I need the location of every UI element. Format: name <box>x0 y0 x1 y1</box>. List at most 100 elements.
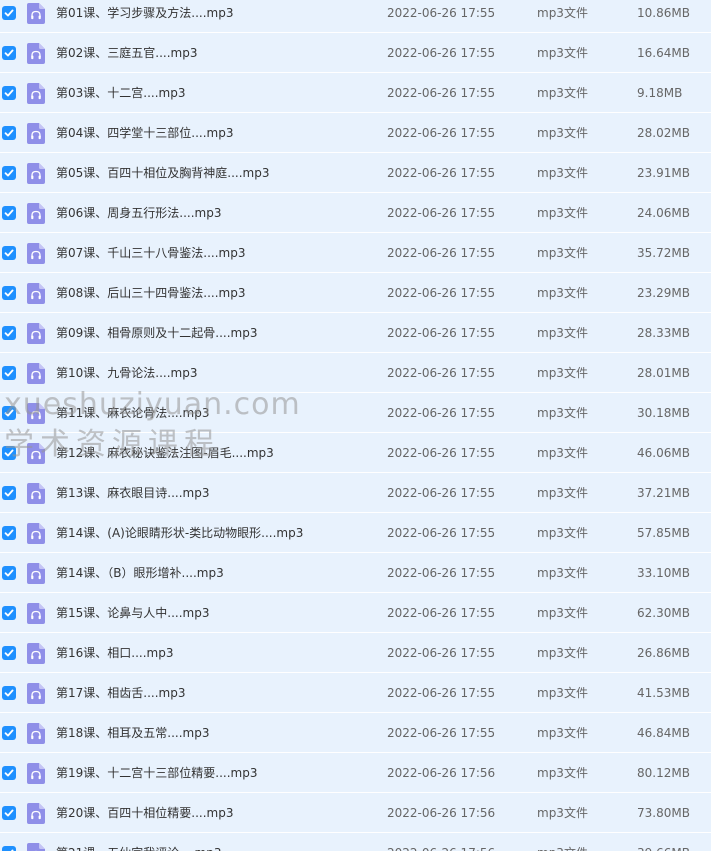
file-name[interactable]: 第18课、相耳及五常....mp3 <box>56 713 209 753</box>
file-name[interactable]: 第03课、十二宫....mp3 <box>56 73 185 113</box>
file-size: 16.64MB <box>637 46 690 60</box>
file-size: 28.01MB <box>637 366 690 380</box>
file-name[interactable]: 第12课、麻衣秘诀鉴法注图-眉毛....mp3 <box>56 433 274 473</box>
file-row[interactable]: 第08课、后山三十四骨鉴法....mp3 2022-06-26 17:55 mp… <box>0 273 711 313</box>
file-size: 28.02MB <box>637 126 690 140</box>
file-type: mp3文件 <box>537 686 588 700</box>
file-row[interactable]: 第10课、九骨论法....mp3 2022-06-26 17:55 mp3文件 … <box>0 353 711 393</box>
file-name[interactable]: 第09课、相骨原则及十二起骨....mp3 <box>56 313 257 353</box>
check-icon[interactable] <box>2 526 16 540</box>
file-name[interactable]: 第20课、百四十相位精要....mp3 <box>56 793 233 833</box>
file-type: mp3文件 <box>537 566 588 580</box>
file-date: 2022-06-26 17:55 <box>387 646 496 660</box>
file-name[interactable]: 第13课、麻衣眼目诗....mp3 <box>56 473 209 513</box>
audio-file-icon <box>27 283 45 304</box>
file-row[interactable]: 第13课、麻衣眼目诗....mp3 2022-06-26 17:55 mp3文件… <box>0 473 711 513</box>
check-icon[interactable] <box>2 846 16 851</box>
file-size: 23.29MB <box>637 286 690 300</box>
file-row[interactable]: 第14课、(A)论眼睛形状-类比动物眼形....mp3 2022-06-26 1… <box>0 513 711 553</box>
file-name[interactable]: 第07课、千山三十八骨鉴法....mp3 <box>56 233 245 273</box>
file-name[interactable]: 第01课、学习步骤及方法....mp3 <box>56 0 233 33</box>
file-row[interactable]: 第20课、百四十相位精要....mp3 2022-06-26 17:56 mp3… <box>0 793 711 833</box>
file-date: 2022-06-26 17:55 <box>387 406 496 420</box>
audio-file-icon <box>27 523 45 544</box>
audio-file-icon <box>27 803 45 824</box>
check-icon[interactable] <box>2 486 16 500</box>
file-name[interactable]: 第02课、三庭五官....mp3 <box>56 33 197 73</box>
file-name[interactable]: 第10课、九骨论法....mp3 <box>56 353 197 393</box>
file-type: mp3文件 <box>537 766 588 780</box>
file-row[interactable]: 第19课、十二宫十三部位精要....mp3 2022-06-26 17:56 m… <box>0 753 711 793</box>
check-icon[interactable] <box>2 126 16 140</box>
file-date: 2022-06-26 17:55 <box>387 46 496 60</box>
check-icon[interactable] <box>2 446 16 460</box>
audio-file-icon <box>27 363 45 384</box>
file-row[interactable]: 第15课、论鼻与人中....mp3 2022-06-26 17:55 mp3文件… <box>0 593 711 633</box>
check-icon[interactable] <box>2 86 16 100</box>
audio-file-icon <box>27 83 45 104</box>
file-type: mp3文件 <box>537 166 588 180</box>
check-icon[interactable] <box>2 6 16 20</box>
file-row[interactable]: 第06课、周身五行形法....mp3 2022-06-26 17:55 mp3文… <box>0 193 711 233</box>
file-name[interactable]: 第06课、周身五行形法....mp3 <box>56 193 221 233</box>
audio-file-icon <box>27 443 45 464</box>
check-icon[interactable] <box>2 806 16 820</box>
audio-file-icon <box>27 763 45 784</box>
file-row[interactable]: 第07课、千山三十八骨鉴法....mp3 2022-06-26 17:55 mp… <box>0 233 711 273</box>
file-row[interactable]: 第02课、三庭五官....mp3 2022-06-26 17:55 mp3文件 … <box>0 33 711 73</box>
check-icon[interactable] <box>2 246 16 260</box>
check-icon[interactable] <box>2 366 16 380</box>
file-type: mp3文件 <box>537 286 588 300</box>
check-icon[interactable] <box>2 286 16 300</box>
audio-file-icon <box>27 483 45 504</box>
file-type: mp3文件 <box>537 446 588 460</box>
file-type: mp3文件 <box>537 406 588 420</box>
file-row[interactable]: 第14课、（B）眼形增补....mp3 2022-06-26 17:55 mp3… <box>0 553 711 593</box>
check-icon[interactable] <box>2 766 16 780</box>
file-size: 28.33MB <box>637 326 690 340</box>
check-icon[interactable] <box>2 566 16 580</box>
file-size: 80.12MB <box>637 766 690 780</box>
file-name[interactable]: 第04课、四学堂十三部位....mp3 <box>56 113 233 153</box>
file-date: 2022-06-26 17:55 <box>387 446 496 460</box>
check-icon[interactable] <box>2 726 16 740</box>
file-row[interactable]: 第01课、学习步骤及方法....mp3 2022-06-26 17:55 mp3… <box>0 0 711 33</box>
check-icon[interactable] <box>2 686 16 700</box>
file-type: mp3文件 <box>537 366 588 380</box>
file-type: mp3文件 <box>537 833 588 851</box>
check-icon[interactable] <box>2 166 16 180</box>
file-type: mp3文件 <box>537 206 588 220</box>
file-name[interactable]: 第14课、(A)论眼睛形状-类比动物眼形....mp3 <box>56 513 303 553</box>
file-name[interactable]: 第15课、论鼻与人中....mp3 <box>56 593 209 633</box>
audio-file-icon <box>27 203 45 224</box>
file-type: mp3文件 <box>537 126 588 140</box>
file-row[interactable]: 第18课、相耳及五常....mp3 2022-06-26 17:55 mp3文件… <box>0 713 711 753</box>
file-type: mp3文件 <box>537 646 588 660</box>
file-size: 37.21MB <box>637 486 690 500</box>
file-row[interactable]: 第12课、麻衣秘诀鉴法注图-眉毛....mp3 2022-06-26 17:55… <box>0 433 711 473</box>
file-row[interactable]: 第21课、五仙宫我评论....mp3 2022-06-26 17:56 mp3文… <box>0 833 711 851</box>
check-icon[interactable] <box>2 406 16 420</box>
check-icon[interactable] <box>2 326 16 340</box>
file-name[interactable]: 第17课、相齿舌....mp3 <box>56 673 185 713</box>
audio-file-icon <box>27 123 45 144</box>
file-row[interactable]: 第17课、相齿舌....mp3 2022-06-26 17:55 mp3文件 4… <box>0 673 711 713</box>
file-row[interactable]: 第11课、麻衣论骨法....mp3 2022-06-26 17:55 mp3文件… <box>0 393 711 433</box>
check-icon[interactable] <box>2 206 16 220</box>
file-row[interactable]: 第16课、相口....mp3 2022-06-26 17:55 mp3文件 26… <box>0 633 711 673</box>
file-name[interactable]: 第08课、后山三十四骨鉴法....mp3 <box>56 273 245 313</box>
check-icon[interactable] <box>2 46 16 60</box>
file-name[interactable]: 第19课、十二宫十三部位精要....mp3 <box>56 753 257 793</box>
file-row[interactable]: 第05课、百四十相位及胸背神庭....mp3 2022-06-26 17:55 … <box>0 153 711 193</box>
file-name[interactable]: 第11课、麻衣论骨法....mp3 <box>56 393 209 433</box>
file-name[interactable]: 第14课、（B）眼形增补....mp3 <box>56 553 224 593</box>
file-name[interactable]: 第05课、百四十相位及胸背神庭....mp3 <box>56 153 269 193</box>
file-row[interactable]: 第04课、四学堂十三部位....mp3 2022-06-26 17:55 mp3… <box>0 113 711 153</box>
check-icon[interactable] <box>2 606 16 620</box>
file-row[interactable]: 第03课、十二宫....mp3 2022-06-26 17:55 mp3文件 9… <box>0 73 711 113</box>
file-row[interactable]: 第09课、相骨原则及十二起骨....mp3 2022-06-26 17:55 m… <box>0 313 711 353</box>
check-icon[interactable] <box>2 646 16 660</box>
file-name[interactable]: 第21课、五仙宫我评论....mp3 <box>56 833 221 851</box>
file-name[interactable]: 第16课、相口....mp3 <box>56 633 173 673</box>
file-size: 33.10MB <box>637 566 690 580</box>
